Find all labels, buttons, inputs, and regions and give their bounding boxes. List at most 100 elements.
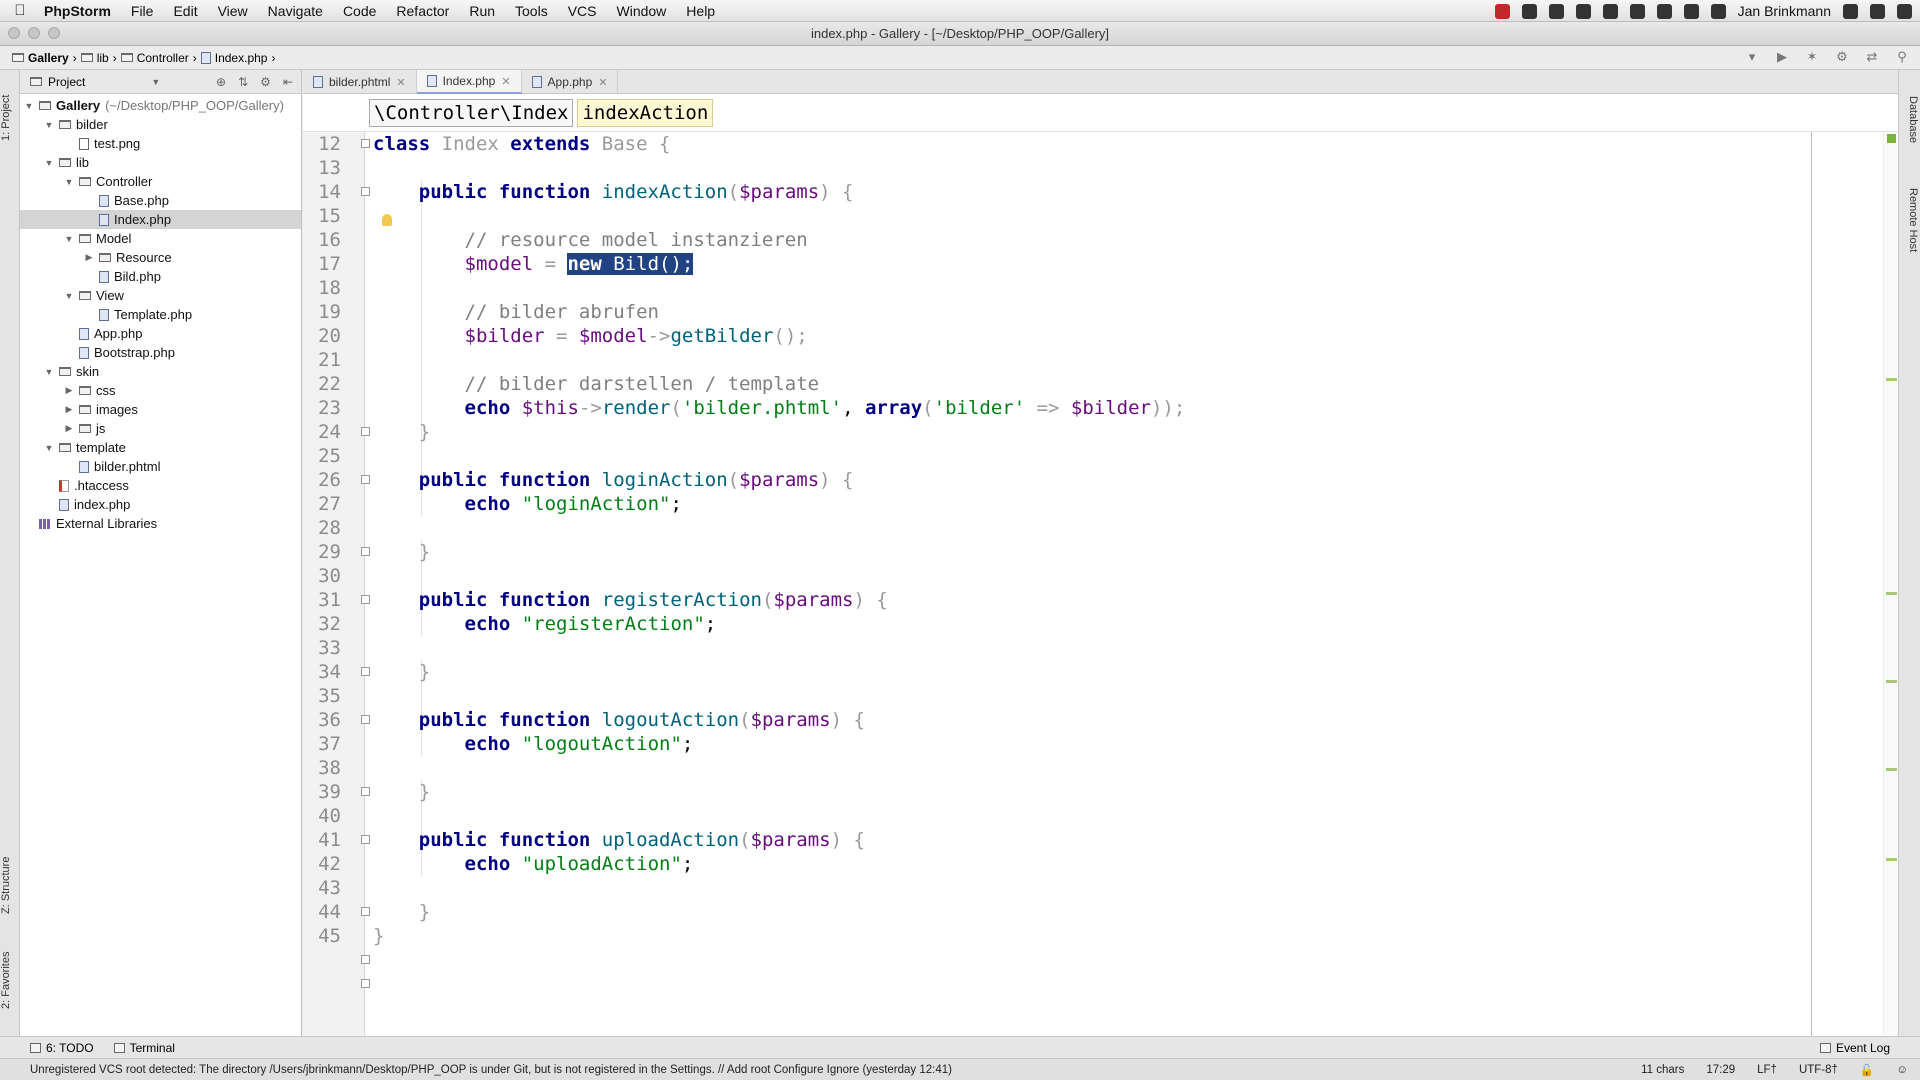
nav-crumb-lib[interactable]: lib xyxy=(77,50,113,66)
line-number[interactable]: 36 xyxy=(303,708,341,732)
line-number[interactable]: 17 xyxy=(303,252,341,276)
menu-edit[interactable]: Edit xyxy=(163,3,207,19)
tool-tab-project[interactable]: 1: Project xyxy=(0,78,20,158)
line-number[interactable]: 24 xyxy=(303,420,341,444)
menu-code[interactable]: Code xyxy=(333,3,386,19)
tab-app-php[interactable]: App.php ✕ xyxy=(522,70,619,94)
terminal-tool-button[interactable]: Terminal xyxy=(113,1041,175,1055)
nav-crumb-gallery[interactable]: Gallery xyxy=(8,50,73,66)
plus-tray-icon[interactable] xyxy=(1575,3,1591,19)
menu-help[interactable]: Help xyxy=(676,3,725,19)
tree-item-index-php-root[interactable]: index.php xyxy=(20,495,301,514)
line-number[interactable]: 34 xyxy=(303,660,341,684)
code-editor[interactable]: 12 13 14 15 16 17 18 19 20 21 22 23 24 25 26 27 28 29 30 31… xyxy=(303,132,1898,1036)
run-icon[interactable]: ▶ xyxy=(1774,49,1790,65)
apple-icon[interactable]:  xyxy=(0,2,40,19)
tree-item-template-php[interactable]: Template.php xyxy=(20,305,301,324)
line-number[interactable]: 40 xyxy=(303,804,341,828)
line-number[interactable]: 45 xyxy=(303,924,341,948)
fold-marker-icon[interactable] xyxy=(361,139,370,148)
tree-item-bilder-phtml[interactable]: bilder.phtml xyxy=(20,457,301,476)
tree-item-view[interactable]: ▼ View xyxy=(20,286,301,305)
scroll-from-source-icon[interactable]: ⊕ xyxy=(216,75,226,89)
fold-marker-icon[interactable] xyxy=(361,787,370,796)
inspection-ok-icon[interactable] xyxy=(1887,134,1896,143)
collapse-arrow-icon[interactable]: ▶ xyxy=(64,385,74,396)
collapse-all-icon[interactable]: ⇅ xyxy=(238,75,248,89)
line-number[interactable]: 28 xyxy=(303,516,341,540)
menu-refactor[interactable]: Refactor xyxy=(386,3,459,19)
line-number[interactable]: 37 xyxy=(303,732,341,756)
fold-marker-icon[interactable] xyxy=(361,907,370,916)
status-message[interactable]: Unregistered VCS root detected: The dire… xyxy=(0,1064,952,1076)
line-number[interactable]: 43 xyxy=(303,876,341,900)
fold-marker-icon[interactable] xyxy=(361,595,370,604)
menu-view[interactable]: View xyxy=(208,3,258,19)
change-marker[interactable] xyxy=(1886,858,1897,861)
change-marker[interactable] xyxy=(1886,592,1897,595)
vcs-icon[interactable]: ⇄ xyxy=(1864,49,1880,65)
chevron-down-icon[interactable]: ▼ xyxy=(151,77,160,87)
line-number[interactable]: 42 xyxy=(303,852,341,876)
line-number[interactable]: 21 xyxy=(303,348,341,372)
nav-crumb-controller[interactable]: Controller xyxy=(117,50,193,66)
fold-marker-icon[interactable] xyxy=(361,547,370,556)
line-number[interactable]: 32 xyxy=(303,612,341,636)
line-number[interactable]: 20 xyxy=(303,324,341,348)
tool-tab-remote-host[interactable]: Remote Host xyxy=(1899,170,1919,270)
tree-item-resource[interactable]: ▶ Resource xyxy=(20,248,301,267)
expand-arrow-icon[interactable]: ▼ xyxy=(64,234,74,244)
tree-item-bootstrap-php[interactable]: Bootstrap.php xyxy=(20,343,301,362)
tab-bilder-phtml[interactable]: bilder.phtml ✕ xyxy=(303,70,417,94)
editor-crumb-class[interactable]: \Controller\Index xyxy=(369,98,574,127)
record-icon[interactable] xyxy=(1494,3,1510,19)
expand-arrow-icon[interactable]: ▼ xyxy=(44,443,54,453)
dropbox-icon[interactable] xyxy=(1521,3,1537,19)
tree-item-skin[interactable]: ▼ skin xyxy=(20,362,301,381)
code-selection[interactable]: new Bild(); xyxy=(567,253,694,275)
tree-item-bilder-folder[interactable]: ▼ bilder xyxy=(20,115,301,134)
wifi-icon[interactable] xyxy=(1629,3,1645,19)
tab-index-php[interactable]: Index.php ✕ xyxy=(416,70,522,94)
menu-window[interactable]: Window xyxy=(607,3,677,19)
expand-arrow-icon[interactable]: ▼ xyxy=(64,177,74,187)
hide-panel-icon[interactable]: ⇤ xyxy=(283,75,293,89)
fold-marker-icon[interactable] xyxy=(361,187,370,196)
code-area[interactable]: class Index extends Base { public functi… xyxy=(373,132,1813,1036)
tree-item-base-php[interactable]: Base.php xyxy=(20,191,301,210)
change-marker[interactable] xyxy=(1886,680,1897,683)
tree-item-template-folder[interactable]: ▼ template xyxy=(20,438,301,457)
collapse-arrow-icon[interactable]: ▶ xyxy=(64,404,74,415)
tree-item-css[interactable]: ▶ css xyxy=(20,381,301,400)
expand-arrow-icon[interactable]: ▼ xyxy=(24,101,34,111)
expand-arrow-icon[interactable]: ▼ xyxy=(64,291,74,301)
line-number[interactable]: 13 xyxy=(303,156,341,180)
menu-tools[interactable]: Tools xyxy=(505,3,558,19)
debug-icon[interactable]: ✶ xyxy=(1804,49,1820,65)
tree-item-app-php[interactable]: App.php xyxy=(20,324,301,343)
search-icon[interactable]: ⚲ xyxy=(1894,49,1910,65)
line-number[interactable]: 23 xyxy=(303,396,341,420)
expand-arrow-icon[interactable]: ▼ xyxy=(44,367,54,377)
tree-item-htaccess[interactable]: .htaccess xyxy=(20,476,301,495)
nav-crumb-index[interactable]: Index.php xyxy=(197,50,272,66)
tool-tab-favorites[interactable]: 2: Favorites xyxy=(0,940,20,1020)
tree-item-model[interactable]: ▼ Model xyxy=(20,229,301,248)
tree-item-external-libraries[interactable]: External Libraries xyxy=(20,514,301,533)
line-number[interactable]: 22 xyxy=(303,372,341,396)
fold-marker-icon[interactable] xyxy=(361,979,370,988)
collapse-arrow-icon[interactable]: ▶ xyxy=(64,423,74,434)
expand-arrow-icon[interactable]: ▼ xyxy=(44,120,54,130)
lock-icon[interactable]: 🔓 xyxy=(1860,1063,1874,1077)
line-number[interactable]: 30 xyxy=(303,564,341,588)
hector-icon[interactable]: ☺ xyxy=(1896,1064,1908,1076)
menu-app-name[interactable]: PhpStorm xyxy=(40,3,121,19)
line-number[interactable]: 33 xyxy=(303,636,341,660)
close-tab-icon[interactable]: ✕ xyxy=(501,75,510,88)
line-number[interactable]: 25 xyxy=(303,444,341,468)
line-number[interactable]: 12 xyxy=(303,132,341,156)
user-name[interactable]: Jan Brinkmann xyxy=(1738,3,1831,19)
tree-item-test-png[interactable]: test.png xyxy=(20,134,301,153)
tree-item-images[interactable]: ▶ images xyxy=(20,400,301,419)
fold-marker-icon[interactable] xyxy=(361,427,370,436)
